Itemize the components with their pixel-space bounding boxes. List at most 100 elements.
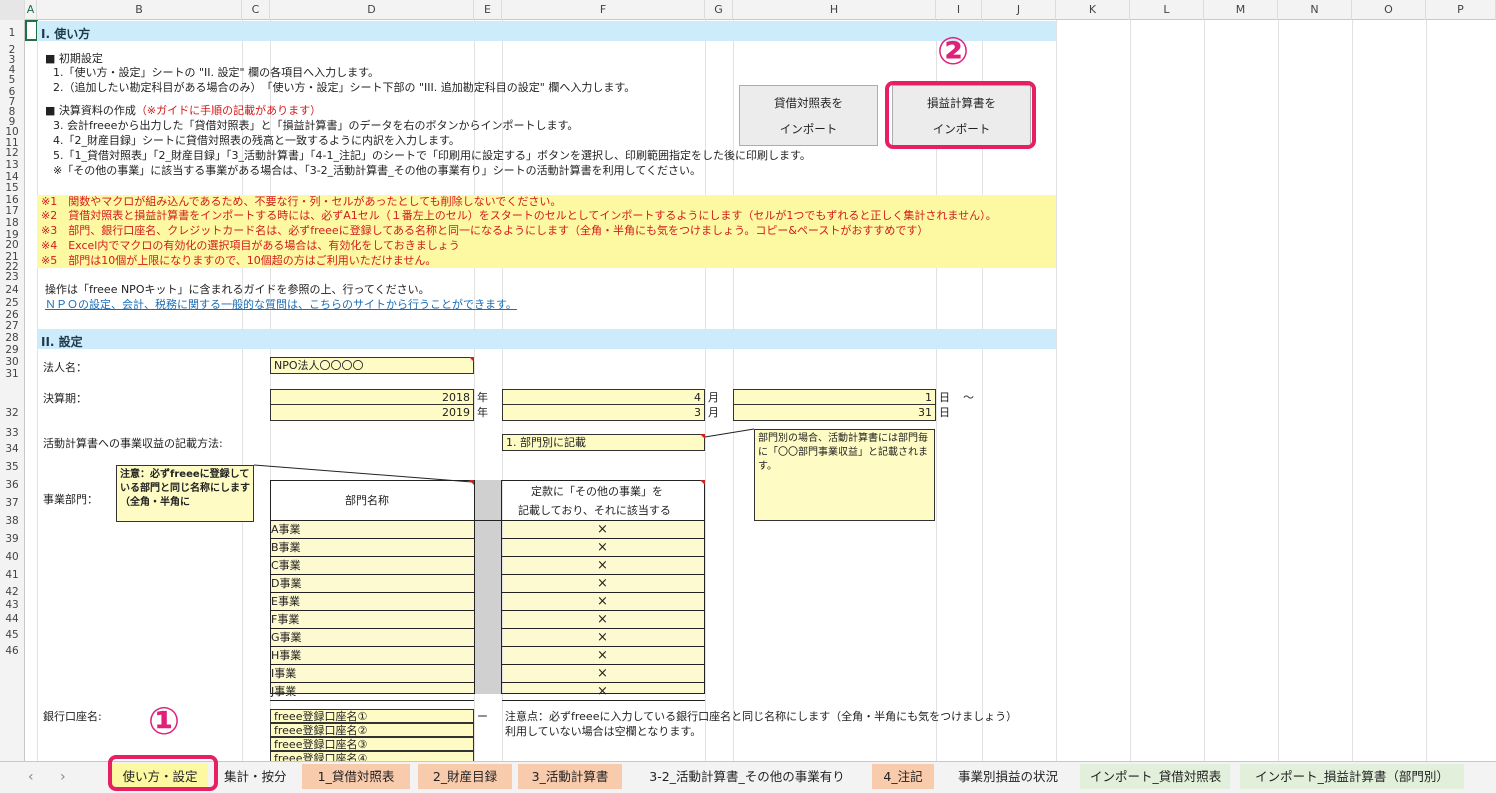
dept-name-cell[interactable]: E事業 [271,596,300,607]
other-business-mark[interactable]: × [597,541,608,554]
end-month-cell[interactable]: 3 [502,404,705,421]
row-header[interactable]: 43 [0,600,24,611]
sheet-tab[interactable]: インポート_貸借対照表 [1080,764,1230,789]
column-header[interactable]: G [705,0,733,20]
row-header[interactable]: 30 [0,357,24,368]
column-header[interactable]: J [982,0,1056,20]
row-header[interactable]: 31 [0,369,24,380]
column-header[interactable]: H [733,0,936,20]
row-header[interactable]: 14 [0,172,24,183]
method-dropdown[interactable]: 1. 部門別に記載 [502,434,705,451]
row-header[interactable]: 17 [0,206,24,217]
sheet-tab[interactable]: 3_活動計算書 [518,764,622,789]
row-header[interactable]: 36 [0,480,24,491]
column-header[interactable]: B [37,0,242,20]
dept-name-cell[interactable]: B事業 [271,542,301,553]
row-header[interactable]: 44 [0,614,24,625]
dept-name-cell[interactable]: H事業 [271,650,301,661]
dept-name-cell[interactable]: I事業 [271,668,296,679]
other-business-mark[interactable]: × [597,631,608,644]
sheet-tab[interactable]: 1_貸借対照表 [302,764,410,789]
corp-name-cell[interactable]: NPO法人〇〇〇〇 [270,357,474,374]
init-heading: ■ 初期設定 [45,52,103,65]
sheet-tab[interactable]: インポート_損益計算書（部門別） [1240,764,1464,789]
column-header[interactable]: P [1426,0,1496,20]
faq-link[interactable]: ＮＰＯの設定、会計、税務に関する一般的な質問は、こちらのサイトから行うことができ… [45,299,517,310]
row-header[interactable]: 35 [0,462,24,473]
column-header[interactable]: K [1056,0,1130,20]
bank-cell-2[interactable]: freee登録口座名② [270,723,474,737]
row-header[interactable]: 24 [0,285,24,296]
row-header[interactable]: 16 [0,195,24,206]
row-header[interactable]: 39 [0,534,24,545]
row-header[interactable]: 32 [0,408,24,419]
row-header[interactable]: 27 [0,321,24,332]
bank-cell-1[interactable]: freee登録口座名① [270,709,474,723]
row-header[interactable]: 33 [0,428,24,439]
row-header[interactable]: 10 [0,127,24,138]
end-year-cell[interactable]: 2019 [270,404,474,421]
row-header[interactable]: 1 [0,28,24,39]
other-business-mark[interactable]: × [597,559,608,572]
column-header[interactable]: E [474,0,502,20]
select-all-corner[interactable] [0,0,25,20]
row-header[interactable]: 37 [0,498,24,509]
tab-scroll-prev-icon[interactable]: ‹ [28,770,34,784]
column-header[interactable]: O [1352,0,1426,20]
row-header[interactable]: 13 [0,160,24,171]
other-business-mark[interactable]: × [597,685,608,698]
row-header[interactable]: 42 [0,587,24,598]
row-header[interactable]: 34 [0,444,24,455]
dept-name-cell[interactable]: F事業 [271,614,299,625]
row-header[interactable]: 38 [0,516,24,527]
other-business-mark[interactable]: × [597,613,608,626]
column-header[interactable]: F [502,0,705,20]
tab-scroll-next-icon[interactable]: › [60,770,66,784]
row-header[interactable]: 20 [0,240,24,251]
sheet-tab[interactable]: 集計・按分 [214,764,296,789]
column-header[interactable]: C [242,0,270,20]
row-header[interactable]: 25 [0,298,24,309]
spreadsheet[interactable]: A B C D E F G H I J K L M N O P 12345678… [0,0,1496,793]
sheet-tab[interactable]: 4_注記 [872,764,934,789]
other-business-mark[interactable]: × [597,523,608,536]
end-day-cell[interactable]: 31 [733,404,936,421]
column-header[interactable]: M [1204,0,1278,20]
row-header[interactable]: 23 [0,272,24,283]
column-header[interactable]: N [1278,0,1352,20]
dept-name-cell[interactable]: G事業 [271,632,302,643]
import-bs-button[interactable]: 貸借対照表を インポート [739,85,878,146]
bank-cell-4[interactable]: freee登録口座名④ [270,751,474,761]
init-step-2: 2.（追加したい勘定科目がある場合のみ） 「使い方・設定」シート下部の "III… [53,81,636,94]
dept-name-cell[interactable]: J事業 [271,686,296,697]
row-header[interactable]: 26 [0,310,24,321]
sheet-tab[interactable]: 3-2_活動計算書_その他の事業有り [632,764,862,789]
column-header[interactable]: I [936,0,982,20]
column-header[interactable]: A [25,0,37,20]
row-header[interactable]: 29 [0,345,24,356]
row-header[interactable]: 46 [0,646,24,657]
cell-grid[interactable]: I. 使い方 ■ 初期設定 1.「使い方・設定」シートの "II. 設定" 欄の… [25,20,1496,761]
sheet-tab[interactable]: 事業別損益の状況 [944,764,1072,789]
other-business-mark[interactable]: × [597,649,608,662]
row-header[interactable]: 40 [0,552,24,563]
other-business-mark[interactable]: × [597,595,608,608]
column-header[interactable]: L [1130,0,1204,20]
step-two-marker: ② [937,29,970,73]
dept-comment: 注意：必ずfreeeに登録している部門と同じ名称にします（全角・半角に [116,465,254,522]
row-header[interactable]: 45 [0,630,24,641]
other-business-mark[interactable]: × [597,577,608,590]
row-header[interactable]: 41 [0,570,24,581]
column-header[interactable]: D [270,0,474,20]
dept-name-cell[interactable]: D事業 [271,578,301,589]
row-header[interactable]: 5 [0,75,24,86]
row-header[interactable]: 18 [0,218,24,229]
row-header[interactable]: 28 [0,333,24,344]
row-header[interactable]: 15 [0,183,24,194]
other-business-mark[interactable]: × [597,667,608,680]
dept-name-cell[interactable]: A事業 [271,524,301,535]
row-header[interactable]: 12 [0,148,24,159]
sheet-tab[interactable]: 2_財産目録 [418,764,512,789]
bank-cell-3[interactable]: freee登録口座名③ [270,737,474,751]
dept-name-cell[interactable]: C事業 [271,560,301,571]
